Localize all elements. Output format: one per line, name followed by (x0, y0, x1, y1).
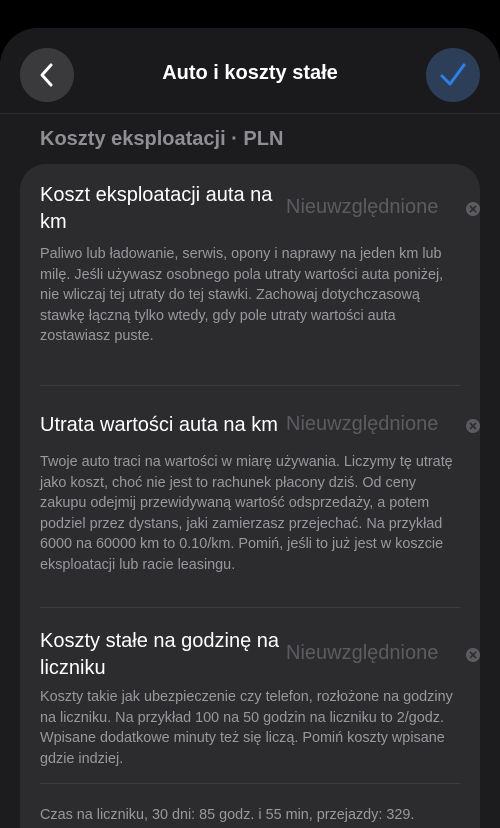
clear-icon[interactable] (466, 419, 480, 433)
running-cost-input[interactable] (286, 196, 466, 219)
row-divider (40, 607, 460, 608)
confirm-button[interactable] (426, 48, 480, 102)
back-button[interactable] (20, 48, 74, 102)
settings-sheet: Auto i koszty stałe Koszty eksploatacji … (0, 28, 500, 828)
row-description: Koszty takie jak ubezpieczenie czy telef… (40, 689, 453, 767)
row-label: Koszt eksploatacji auta na km (40, 184, 273, 233)
clear-icon[interactable] (466, 648, 480, 662)
page-title: Auto i koszty stałe (162, 62, 338, 84)
fixed-costs-input[interactable] (286, 642, 466, 665)
clear-icon[interactable] (466, 202, 480, 216)
depreciation-input[interactable] (286, 413, 466, 436)
navigation-bar: Auto i koszty stałe (0, 28, 500, 114)
checkmark-icon (440, 63, 466, 86)
costs-card: Koszt eksploatacji auta na km Paliwo lub… (20, 164, 480, 828)
odometer-summary: Czas na liczniku, 30 dni: 85 godz. i 55 … (40, 807, 415, 823)
row-label: Koszty stałe na godzinę na liczniku (40, 630, 280, 679)
row-description: Paliwo lub ładowanie, serwis, opony i na… (40, 246, 444, 344)
section-header: Koszty eksploatacji · PLN (40, 128, 284, 150)
chevron-left-icon (40, 63, 53, 87)
row-label: Utrata wartości auta na km (40, 414, 278, 436)
row-divider (40, 783, 460, 784)
row-divider (40, 385, 460, 386)
row-description: Twoje auto traci na wartości w miarę uży… (40, 454, 453, 573)
